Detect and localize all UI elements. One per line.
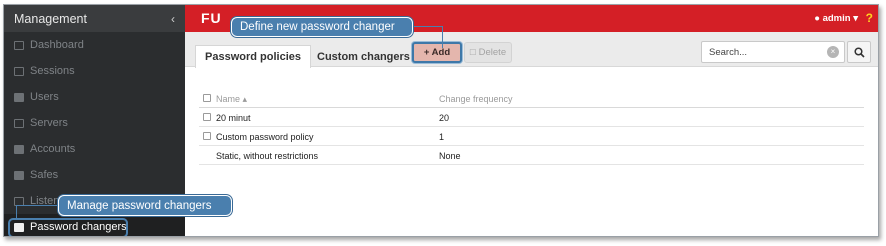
policies-table: Name ▴ Change frequency 20 minut 20 Cust… (199, 89, 864, 165)
search-icon (853, 46, 865, 58)
server-icon (14, 118, 24, 128)
sidebar-item-sessions[interactable]: Sessions (4, 58, 185, 84)
delete-button[interactable]: □ Delete (464, 42, 512, 63)
sidebar-item-dashboard[interactable]: Dashboard (4, 32, 185, 58)
chevron-down-icon: ▾ (853, 13, 858, 24)
brand-logo: FU (201, 10, 222, 26)
callout-connector (16, 205, 58, 219)
cell-frequency: 20 (439, 113, 450, 123)
sidebar-item-servers[interactable]: Servers (4, 110, 185, 136)
row-checkbox[interactable] (203, 132, 211, 140)
table-row[interactable]: 20 minut 20 (199, 108, 864, 127)
sidebar-header: Management ‹ (4, 5, 185, 32)
help-icon[interactable]: ? (866, 11, 873, 25)
table-header: Name ▴ Change frequency (199, 89, 864, 108)
tab-custom-changers[interactable]: Custom changers (308, 45, 419, 68)
callout-manage-changers: Manage password changers (58, 195, 232, 216)
user-name: admin (822, 13, 851, 24)
cell-name: 20 minut (216, 113, 251, 123)
sidebar-item-users[interactable]: Users (4, 84, 185, 110)
user-icon: ● (814, 13, 820, 24)
search-input[interactable]: Search... × (701, 41, 845, 63)
cell-name: Static, without restrictions (216, 151, 319, 161)
book-icon (14, 144, 24, 154)
collapse-chevron-icon[interactable]: ‹ (171, 12, 175, 26)
sidebar-item-label: Dashboard (30, 39, 84, 51)
search-placeholder: Search... (709, 46, 748, 58)
highlight-box (8, 218, 128, 236)
tab-password-policies[interactable]: Password policies (195, 45, 311, 68)
trash-icon: □ (469, 47, 476, 58)
sidebar-item-label: Sessions (30, 65, 75, 77)
table-row[interactable]: Custom password policy 1 (199, 127, 864, 146)
film-icon (14, 66, 24, 76)
cell-frequency: None (439, 151, 461, 161)
user-menu[interactable]: ● admin ▾ (814, 13, 858, 24)
cell-frequency: 1 (439, 132, 445, 142)
sidebar-title: Management (14, 11, 87, 26)
column-header-name[interactable]: Name ▴ (216, 94, 247, 105)
sidebar-item-label: Safes (30, 169, 59, 181)
sidebar-item-label: Accounts (30, 143, 76, 155)
row-checkbox[interactable] (203, 113, 211, 121)
callout-define-changer: Define new password changer (231, 17, 413, 37)
app-window: Management ‹ Dashboard Sessions Users Se… (3, 4, 879, 237)
safe-icon (14, 170, 24, 180)
sidebar-item-safes[interactable]: Safes (4, 162, 185, 188)
search-button[interactable] (847, 41, 871, 63)
cell-name: Custom password policy (216, 132, 314, 142)
column-header-frequency[interactable]: Change frequency (439, 94, 513, 104)
callout-connector (413, 26, 443, 48)
sidebar-item-label: Users (30, 91, 59, 103)
table-row[interactable]: Static, without restrictions None (199, 146, 864, 165)
select-all-checkbox[interactable] (203, 94, 211, 102)
sidebar-item-label: Servers (30, 117, 68, 129)
clear-icon[interactable]: × (827, 46, 839, 58)
dashboard-icon (14, 40, 24, 50)
users-icon (14, 92, 24, 102)
delete-label: Delete (478, 47, 507, 58)
sidebar-item-accounts[interactable]: Accounts (4, 136, 185, 162)
tab-strip: Password policies Custom changers + Add … (185, 32, 878, 68)
